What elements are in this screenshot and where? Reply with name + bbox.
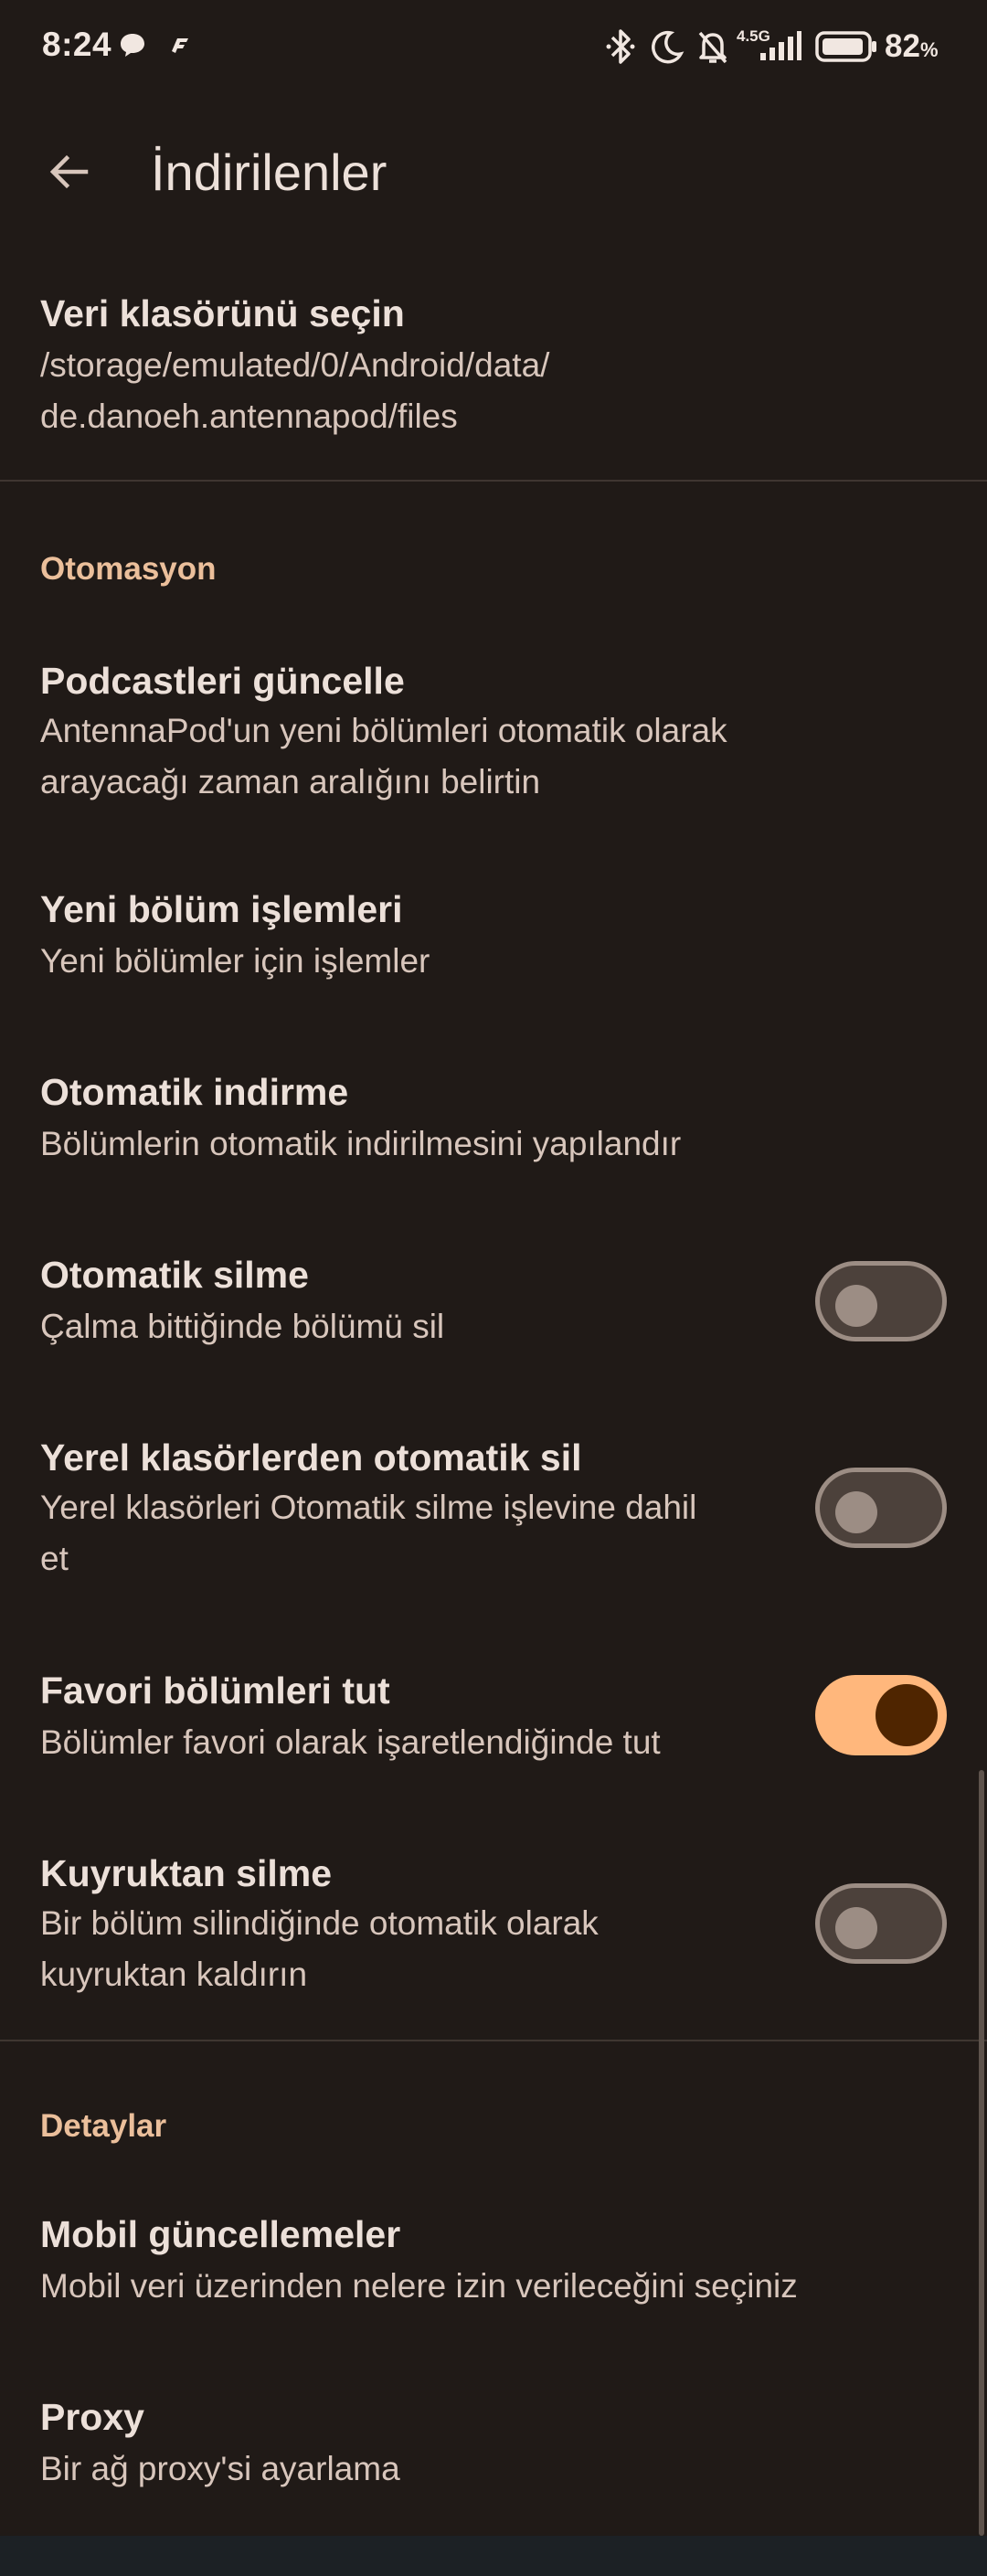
choose-data-folder-title: Veri klasörünü seçin bbox=[40, 292, 405, 334]
auto-download-title: Otomatik indirme bbox=[40, 1071, 349, 1113]
switch-thumb bbox=[835, 1285, 877, 1327]
muted-bell-icon bbox=[695, 27, 731, 70]
signal-strength-icon bbox=[759, 29, 802, 67]
choose-data-folder-path-line2: de.danoeh.antennapod/files bbox=[40, 398, 458, 435]
auto-delete-switch[interactable] bbox=[815, 1261, 947, 1341]
remove-from-queue-summary-line2: kuyruktan kaldırın bbox=[40, 1956, 308, 1993]
new-episode-actions-item[interactable]: Yeni bölüm işlemleri Yeni bölümler için … bbox=[0, 868, 987, 1005]
remove-from-queue-title: Kuyruktan silme bbox=[40, 1852, 332, 1894]
keep-favorites-switch[interactable] bbox=[815, 1675, 947, 1755]
status-time: 8:24 bbox=[42, 26, 112, 63]
update-podcasts-item[interactable]: Podcastleri güncelle AntennaPod'un yeni … bbox=[0, 640, 987, 822]
auto-delete-item[interactable]: Otomatik silme Çalma bittiğinde bölümü s… bbox=[0, 1234, 987, 1371]
do-not-disturb-moon-icon bbox=[649, 28, 685, 69]
battery-icon bbox=[815, 30, 879, 68]
mobile-updates-summary: Mobil veri üzerinden nelere izin verilec… bbox=[40, 2267, 798, 2305]
choose-data-folder-path-line1: /storage/emulated/0/Android/data/ bbox=[40, 346, 550, 384]
downloads-settings-screen: 8:24 4.5G 82% İndirilenler Veri klasörün… bbox=[0, 0, 987, 2576]
new-episode-actions-title: Yeni bölüm işlemleri bbox=[40, 888, 403, 930]
auto-delete-local-summary-line1: Yerel klasörleri Otomatik silme işlevine… bbox=[40, 1489, 697, 1526]
auto-delete-local-switch[interactable] bbox=[815, 1468, 947, 1548]
switch-thumb bbox=[835, 1491, 877, 1533]
switch-thumb bbox=[876, 1684, 938, 1746]
update-podcasts-title: Podcastleri güncelle bbox=[40, 660, 405, 702]
status-bar: 8:24 4.5G 82% bbox=[0, 0, 987, 95]
keep-favorites-title: Favori bölümleri tut bbox=[40, 1670, 390, 1712]
bluetooth-icon bbox=[603, 27, 638, 70]
keep-favorites-summary: Bölümler favori olarak işaretlendiğinde … bbox=[40, 1723, 661, 1761]
section-header-automation: Otomasyon bbox=[40, 551, 217, 587]
app-bar: İndirilenler bbox=[0, 119, 987, 219]
mobile-updates-item[interactable]: Mobil güncellemeler Mobil veri üzerinden… bbox=[0, 2193, 987, 2330]
switch-thumb bbox=[835, 1907, 877, 1949]
remove-from-queue-switch[interactable] bbox=[815, 1883, 947, 1964]
page-title: İndirilenler bbox=[151, 143, 387, 201]
section-divider bbox=[0, 2040, 987, 2041]
keep-favorites-item[interactable]: Favori bölümleri tut Bölümler favori ola… bbox=[0, 1649, 987, 1786]
battery-percentage: 82% bbox=[885, 28, 939, 64]
auto-delete-local-title: Yerel klasörlerden otomatik sil bbox=[40, 1436, 582, 1479]
remove-from-queue-summary-line1: Bir bölüm silindiğinde otomatik olarak bbox=[40, 1904, 599, 1942]
scrollbar[interactable] bbox=[979, 1770, 984, 2536]
arrow-back-icon bbox=[49, 154, 89, 189]
navigation-bar bbox=[0, 2536, 987, 2576]
mobile-updates-title: Mobil güncellemeler bbox=[40, 2213, 401, 2255]
remove-from-queue-item[interactable]: Kuyruktan silme Bir bölüm silindiğinde o… bbox=[0, 1832, 987, 2015]
section-header-details: Detaylar bbox=[40, 2108, 167, 2144]
proxy-summary: Bir ağ proxy'si ayarlama bbox=[40, 2450, 400, 2487]
proxy-item[interactable]: Proxy Bir ağ proxy'si ayarlama bbox=[0, 2376, 987, 2513]
new-episode-actions-summary: Yeni bölümler için işlemler bbox=[40, 942, 430, 980]
auto-delete-local-folders-item[interactable]: Yerel klasörlerden otomatik sil Yerel kl… bbox=[0, 1416, 987, 1599]
auto-delete-summary: Çalma bittiğinde bölümü sil bbox=[40, 1308, 445, 1345]
choose-data-folder-item[interactable]: Veri klasörünü seçin /storage/emulated/0… bbox=[0, 274, 987, 475]
app-notification-icon bbox=[166, 33, 192, 61]
auto-delete-local-summary-line2: et bbox=[40, 1540, 69, 1577]
proxy-title: Proxy bbox=[40, 2396, 144, 2438]
auto-download-summary: Bölümlerin otomatik indirilmesini yapıla… bbox=[40, 1125, 682, 1162]
update-podcasts-summary-line2: arayacağı zaman aralığını belirtin bbox=[40, 763, 541, 800]
auto-download-item[interactable]: Otomatik indirme Bölümlerin otomatik ind… bbox=[0, 1051, 987, 1188]
chat-bubble-icon bbox=[119, 31, 146, 63]
back-button[interactable] bbox=[37, 139, 102, 205]
auto-delete-title: Otomatik silme bbox=[40, 1254, 309, 1296]
update-podcasts-summary-line1: AntennaPod'un yeni bölümleri otomatik ol… bbox=[40, 712, 727, 749]
section-divider bbox=[0, 480, 987, 482]
